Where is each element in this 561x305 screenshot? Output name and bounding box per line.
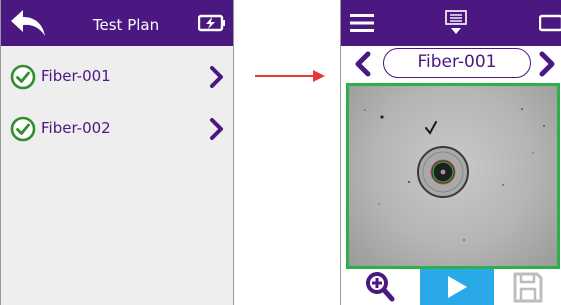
previous-fiber-icon[interactable] xyxy=(353,51,371,77)
list-item[interactable]: Fiber-002 xyxy=(1,102,233,154)
back-arrow-icon[interactable] xyxy=(9,8,47,38)
zoom-in-icon[interactable] xyxy=(365,271,395,303)
flow-arrow-icon xyxy=(255,70,325,82)
list-item[interactable]: Fiber-001 xyxy=(1,50,233,102)
check-circle-icon xyxy=(10,116,36,142)
test-plan-list-icon[interactable] xyxy=(445,10,467,36)
list-item-label: Fiber-002 xyxy=(41,119,111,137)
test-plan-header: Test Plan xyxy=(1,0,233,46)
battery-icon xyxy=(539,14,561,32)
test-plan-screen: Test Plan Fiber-001 Fiber-002 xyxy=(0,0,234,305)
action-bar xyxy=(341,269,561,305)
hamburger-menu-icon[interactable] xyxy=(350,13,374,33)
end-face-view xyxy=(364,108,545,241)
play-button[interactable] xyxy=(420,269,494,305)
page-title: Test Plan xyxy=(92,16,160,34)
check-circle-icon xyxy=(10,64,36,90)
play-icon xyxy=(448,276,467,298)
inspection-header xyxy=(341,0,561,46)
battery-charging-icon xyxy=(198,14,225,32)
fiber-end-face-image xyxy=(346,83,560,269)
chevron-right-icon[interactable] xyxy=(210,66,224,88)
fiber-selector[interactable]: Fiber-001 xyxy=(383,48,531,78)
chevron-right-icon[interactable] xyxy=(210,118,224,140)
save-icon[interactable] xyxy=(513,272,543,303)
fiber-inspection-screen: Fiber-001 xyxy=(340,0,561,305)
list-item-label: Fiber-001 xyxy=(41,67,111,85)
next-fiber-icon[interactable] xyxy=(539,51,557,77)
